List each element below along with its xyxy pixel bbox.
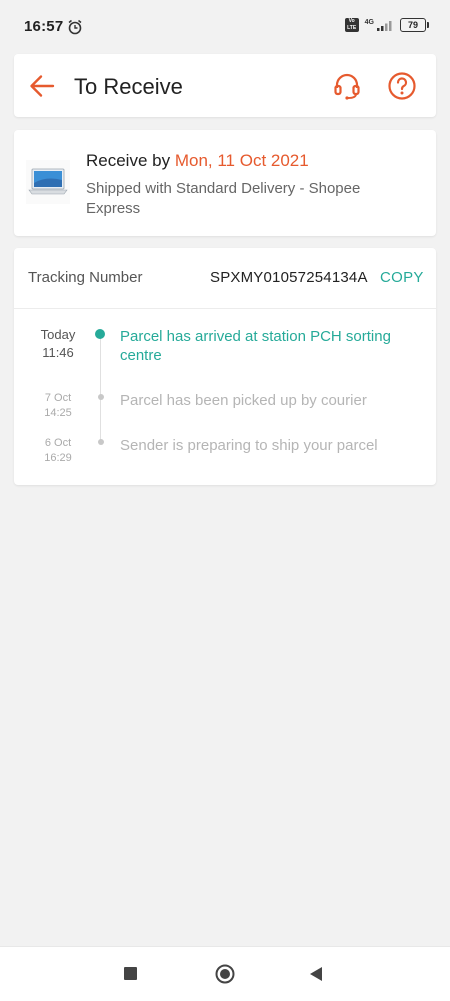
recent-apps-button[interactable] — [124, 967, 137, 980]
event-description: Sender is preparing to ship your parcel — [120, 437, 378, 454]
event-day: 6 Oct — [44, 437, 72, 449]
network-type: 4G — [364, 18, 374, 26]
timeline-line — [100, 338, 101, 442]
tracking-card: Tracking Number SPXMY01057254134A COPY T… — [14, 248, 436, 485]
volte-icon: Vo LTE — [344, 18, 359, 32]
tracking-header: Tracking Number SPXMY01057254134A COPY — [14, 248, 436, 309]
delivery-card[interactable]: Receive by Mon, 11 Oct 2021 Shipped with… — [14, 130, 436, 236]
product-thumbnail — [26, 160, 70, 204]
tracking-number-label: Tracking Number — [28, 269, 143, 286]
receive-by-label: Receive by — [86, 151, 175, 170]
app-header: To Receive — [14, 54, 436, 117]
event-time: 14:25 — [44, 407, 72, 419]
event-timestamp: Today 11:46 — [28, 326, 88, 362]
headset-icon[interactable] — [332, 71, 362, 101]
event-timestamp: 6 Oct 16:29 — [28, 436, 88, 466]
home-button[interactable] — [215, 964, 235, 984]
back-nav-button[interactable] — [308, 965, 324, 983]
event-description: Parcel has been picked up by courier — [120, 392, 367, 409]
alarm-icon — [68, 19, 82, 35]
page-title: To Receive — [74, 74, 183, 99]
shipping-info: Shipped with Standard Delivery - Shopee … — [86, 180, 361, 217]
tracking-number-value: SPXMY01057254134A — [210, 269, 368, 286]
event-description: Parcel has arrived at station PCH sortin… — [120, 328, 391, 364]
status-time: 16:57 — [24, 18, 64, 35]
status-indicators: Vo LTE 4G 79 — [344, 18, 429, 32]
signal-icon — [377, 21, 392, 31]
timeline-dot — [98, 394, 104, 400]
help-icon[interactable] — [387, 71, 417, 101]
event-timestamp: 7 Oct 14:25 — [28, 391, 88, 421]
event-day: Today — [40, 327, 76, 342]
status-bar: 16:57 Vo LTE 4G 79 — [0, 0, 450, 52]
copy-button[interactable]: COPY — [380, 269, 424, 286]
back-arrow-icon[interactable] — [28, 72, 56, 100]
timeline-dot — [98, 439, 104, 445]
navigation-bar — [0, 946, 450, 1001]
event-day: 7 Oct — [44, 392, 72, 404]
receive-by-text: Receive by Mon, 11 Oct 2021 — [86, 151, 309, 171]
battery-icon: 79 — [400, 18, 429, 32]
receive-by-date: Mon, 11 Oct 2021 — [174, 151, 309, 170]
timeline-dot-active — [95, 329, 105, 339]
event-time: 11:46 — [42, 345, 74, 360]
event-time: 16:29 — [44, 452, 72, 464]
